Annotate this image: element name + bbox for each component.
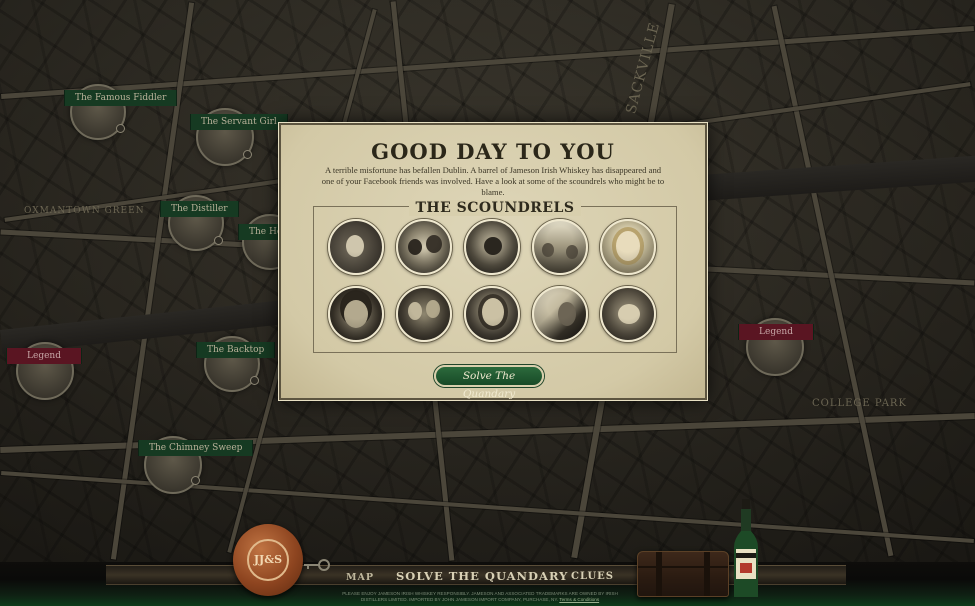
trunk-lid-seam: [638, 566, 728, 568]
person-head: [542, 243, 554, 257]
solve-quandary-button[interactable]: Solve The Quandary: [434, 365, 544, 400]
key-icon: [304, 559, 330, 571]
map-street: [1, 25, 974, 100]
map-district-name: OXMANTOWN GREEN: [24, 206, 145, 216]
scoundrel-photo[interactable]: [328, 219, 384, 275]
person-head: [426, 300, 440, 318]
pin-label: The Backtop: [196, 342, 276, 358]
person-head: [408, 239, 422, 255]
person-head: [484, 237, 502, 255]
welcome-dialog: GOOD DAY TO YOU A terrible misfortune ha…: [279, 123, 707, 400]
trunk-strap: [656, 552, 662, 596]
scoundrel-photo[interactable]: [600, 219, 656, 275]
pin-label: The Famous Fiddler: [64, 90, 178, 106]
pin-dot: [116, 124, 125, 133]
jameson-seal-logo[interactable]: JJ&S: [233, 524, 303, 596]
scoundrel-photo[interactable]: [600, 286, 656, 342]
pin-dot: [250, 376, 259, 385]
map-district-name: COLLEGE PARK: [812, 398, 907, 409]
legal-footer: PLEASE ENJOY JAMESON IRISH WHISKEY RESPO…: [330, 591, 630, 602]
person-head: [346, 235, 364, 257]
person-head: [426, 235, 442, 253]
person-head: [566, 245, 578, 259]
dialog-parchment: GOOD DAY TO YOU A terrible misfortune ha…: [281, 125, 705, 400]
nav-clues-link[interactable]: CLUES: [571, 571, 614, 582]
person-head: [616, 231, 640, 261]
person-head: [408, 302, 422, 320]
scoundrels-heading-text: THE SCOUNDRELS: [409, 200, 581, 216]
scoundrel-photo[interactable]: [328, 286, 384, 342]
scoundrel-photo[interactable]: [396, 286, 452, 342]
river: [700, 154, 975, 201]
scoundrel-photo[interactable]: [396, 219, 452, 275]
person-head: [482, 298, 504, 326]
scoundrels-heading: THE SCOUNDRELS: [314, 197, 676, 216]
treasure-trunk-icon[interactable]: [637, 551, 729, 597]
jameson-bottle-icon[interactable]: [730, 499, 762, 599]
scoundrels-panel: THE SCOUNDRELS: [313, 200, 677, 353]
pin-label: The Servant Girl: [190, 114, 288, 130]
pin-label: Legend: [738, 324, 814, 340]
person-head: [344, 300, 368, 328]
person-head: [618, 304, 640, 324]
scoundrel-photo[interactable]: [464, 219, 520, 275]
trunk-strap: [704, 552, 710, 596]
pin-label: Legend: [6, 348, 82, 364]
map-street: [771, 5, 894, 557]
scoundrel-photo[interactable]: [532, 219, 588, 275]
map-street: [1, 470, 974, 544]
seal-monogram: JJ&S: [247, 539, 289, 581]
nav-solve-quandary-link[interactable]: SOLVE THE QUANDARY: [396, 569, 568, 583]
scoundrel-photo[interactable]: [532, 286, 588, 342]
pin-label: The Distiller: [160, 201, 239, 217]
pin-dot: [214, 236, 223, 245]
dialog-intro-text: A terrible misfortune has befallen Dubli…: [321, 165, 665, 197]
pin-dot: [191, 476, 200, 485]
pin-label: The Chimney Sweep: [138, 440, 254, 456]
pin-dot: [243, 150, 252, 159]
person-head: [558, 302, 576, 326]
dialog-title: GOOD DAY TO YOU: [371, 139, 615, 164]
terms-link[interactable]: Terms & Conditions: [559, 597, 599, 602]
nav-map-link[interactable]: MAP: [346, 572, 374, 583]
scoundrel-photo[interactable]: [464, 286, 520, 342]
